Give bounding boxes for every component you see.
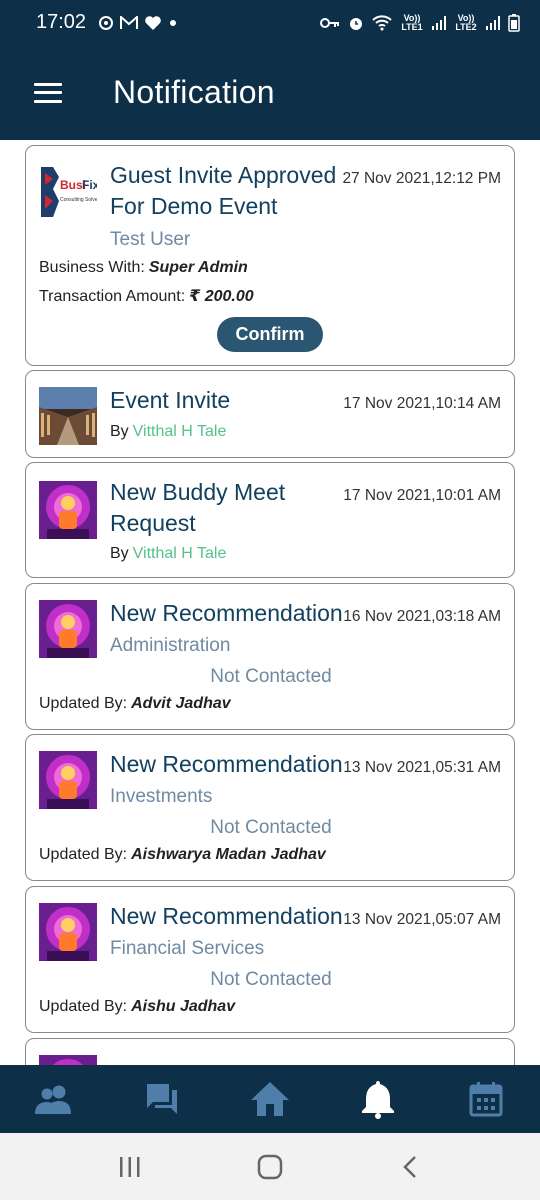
transaction-amount-label: Transaction Amount:: [39, 288, 186, 305]
notification-card-recommendation-2[interactable]: New Recommendation 13 Nov 2021,05:31 AM …: [25, 734, 515, 881]
notification-title-line2: Request: [110, 510, 196, 536]
signal-icon-1: [432, 15, 446, 30]
people-icon: [35, 1085, 71, 1114]
notification-date: 13 Nov 2021,05:07 AM: [343, 911, 501, 928]
requester-name: Vitthal H Tale: [132, 545, 227, 562]
notification-date: 16 Nov 2021,03:18 AM: [343, 608, 501, 625]
recommendation-category: Administration: [110, 635, 231, 656]
status-bar: 17:02 Vo)) LTE1 Vo)) LTE2: [0, 0, 540, 45]
sim1-lte-label: Vo)) LTE1: [401, 12, 423, 32]
deity-image: [39, 600, 97, 658]
updated-by-label: Updated By:: [39, 846, 128, 863]
signal-icon-2: [486, 15, 500, 30]
deity-image: [39, 1055, 97, 1065]
updated-by-label: Updated By:: [39, 998, 128, 1015]
updated-by-label: Updated By:: [39, 695, 128, 712]
notification-title-line2: For Demo Event: [110, 193, 278, 219]
forum-icon: [147, 1084, 177, 1114]
notification-title: New Recommendation: [110, 751, 343, 777]
updated-by-value: Aishu Jadhav: [131, 998, 236, 1015]
notification-date: 13 Nov 2021,05:31 AM: [343, 759, 501, 776]
contact-status: Not Contacted: [210, 817, 332, 838]
deity-image: [39, 481, 97, 539]
notification-title: Guest Invite Approved: [110, 162, 337, 188]
nav-people[interactable]: [0, 1065, 108, 1133]
home-circle-icon: [257, 1154, 283, 1179]
notification-list[interactable]: Busi Fix Consulting Solver Guest Invite …: [0, 140, 540, 1065]
notification-title: New Buddy Meet: [110, 479, 286, 505]
dot-icon: [170, 19, 177, 26]
invited-by: By Vitthal H Tale: [110, 423, 226, 441]
transaction-amount-value: ₹ 200.00: [189, 288, 254, 305]
business-with-row: Business With: Super Admin: [39, 259, 248, 277]
event-photo: [39, 387, 97, 445]
notification-card-buddy-meet[interactable]: New Buddy Meet Request 17 Nov 2021,10:01…: [25, 462, 515, 578]
alarm-icon: [350, 17, 362, 30]
bottom-navigation: [0, 1065, 540, 1133]
by-label: By: [110, 545, 129, 562]
sync-icon: [99, 15, 114, 30]
notification-card-recommendation-3[interactable]: New Recommendation 13 Nov 2021,05:07 AM …: [25, 886, 515, 1033]
notification-card-guest-invite[interactable]: Busi Fix Consulting Solver Guest Invite …: [25, 145, 515, 366]
home-icon: [251, 1082, 289, 1116]
contact-status: Not Contacted: [210, 969, 332, 990]
svg-text:Consulting Solver: Consulting Solver: [60, 197, 97, 203]
menu-icon[interactable]: [34, 82, 62, 103]
notification-title: New Recommendation: [110, 600, 343, 626]
requested-by: By Vitthal H Tale: [110, 545, 226, 563]
notification-date: 27 Nov 2021,12:12 PM: [342, 170, 501, 187]
notification-card-partial[interactable]: [25, 1038, 515, 1065]
notification-card-event-invite[interactable]: Event Invite 17 Nov 2021,10:14 AM By Vitt…: [25, 370, 515, 458]
battery-icon: [508, 13, 520, 32]
busifix-logo: Busi Fix Consulting Solver: [39, 163, 97, 221]
transaction-amount-row: Transaction Amount: ₹ 200.00: [39, 286, 254, 306]
notification-card-recommendation-1[interactable]: New Recommendation 16 Nov 2021,03:18 AM …: [25, 583, 515, 730]
notification-date: 17 Nov 2021,10:01 AM: [343, 487, 501, 504]
guest-name: Test User: [110, 229, 191, 250]
nav-notifications[interactable]: [324, 1065, 432, 1133]
home-button[interactable]: [240, 1137, 300, 1197]
system-navigation-bar: [0, 1133, 540, 1200]
svg-text:Fix: Fix: [82, 178, 97, 192]
updated-by-value: Advit Jadhav: [131, 695, 231, 712]
deity-image: [39, 751, 97, 809]
page-title: Notification: [113, 74, 275, 110]
recommendation-category: Investments: [110, 786, 213, 807]
recents-icon: [120, 1156, 140, 1177]
business-with-value: Super Admin: [148, 259, 248, 276]
calendar-icon: [469, 1082, 503, 1117]
updated-by-row: Updated By: Aishu Jadhav: [39, 998, 235, 1016]
inviter-name: Vitthal H Tale: [132, 423, 227, 440]
by-label: By: [110, 423, 129, 440]
gmail-icon: [120, 15, 139, 29]
recommendation-category: Financial Services: [110, 938, 265, 959]
nav-calendar[interactable]: [432, 1065, 540, 1133]
health-icon: [145, 15, 161, 30]
app-bar: Notification: [0, 45, 540, 140]
sim2-lte-label: Vo)) LTE2: [455, 12, 477, 32]
notification-date: 17 Nov 2021,10:14 AM: [343, 395, 501, 412]
notification-title: Event Invite: [110, 387, 231, 413]
updated-by-value: Aishwarya Madan Jadhav: [131, 846, 326, 863]
nav-forum[interactable]: [108, 1065, 216, 1133]
status-time: 17:02: [36, 11, 87, 33]
deity-image: [39, 903, 97, 961]
updated-by-row: Updated By: Aishwarya Madan Jadhav: [39, 846, 326, 864]
recents-button[interactable]: [100, 1137, 160, 1197]
back-icon: [403, 1155, 416, 1178]
contact-status: Not Contacted: [210, 666, 332, 687]
key-icon: [320, 17, 339, 28]
business-with-label: Business With:: [39, 259, 145, 276]
wifi-icon: [372, 14, 392, 30]
back-button[interactable]: [380, 1137, 440, 1197]
updated-by-row: Updated By: Advit Jadhav: [39, 695, 231, 713]
notification-title: New Recommendation: [110, 903, 343, 929]
confirm-button[interactable]: Confirm: [217, 317, 323, 352]
nav-home[interactable]: [216, 1065, 324, 1133]
bell-icon: [362, 1081, 394, 1119]
